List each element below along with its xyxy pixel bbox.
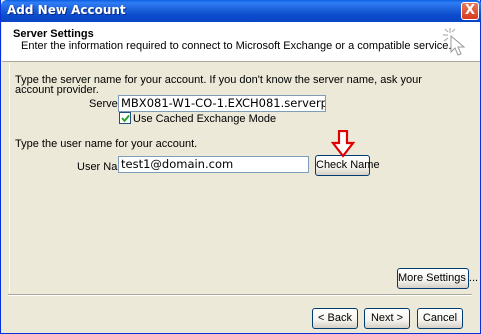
window-title: Add New Account (7, 3, 126, 17)
server-input[interactable]: MBX081-W1-CO-1.EXCH081.serverpod.net (118, 95, 326, 112)
section-subtitle: Enter the information required to connec… (21, 40, 452, 52)
cancel-button[interactable]: Cancel (417, 308, 463, 329)
footer-divider-highlight (8, 295, 472, 296)
more-settings-button[interactable]: More Settings ... (397, 268, 478, 289)
user-name-input[interactable]: test1@domain.com (118, 156, 309, 173)
red-down-arrow-icon (331, 130, 355, 158)
back-button[interactable]: < Back (312, 308, 358, 329)
header-banner: Server Settings Enter the information re… (2, 22, 480, 62)
add-account-dialog: Add New Account X Server Settings Enter … (0, 0, 481, 334)
section-title: Server Settings (13, 28, 94, 40)
user-instructions: Type the user name for your account. (15, 138, 198, 150)
server-instructions-line2: account provider. (15, 84, 99, 96)
check-name-button[interactable]: Check Name (315, 155, 380, 176)
pointer-cursor-icon (443, 28, 466, 56)
cached-mode-label: Use Cached Exchange Mode (133, 113, 277, 125)
title-bar[interactable]: Add New Account X (1, 0, 481, 22)
cached-mode-checkbox[interactable] (119, 112, 131, 124)
next-button[interactable]: Next > (364, 308, 410, 329)
checkmark-icon (121, 114, 130, 123)
close-button[interactable]: X (461, 2, 479, 20)
